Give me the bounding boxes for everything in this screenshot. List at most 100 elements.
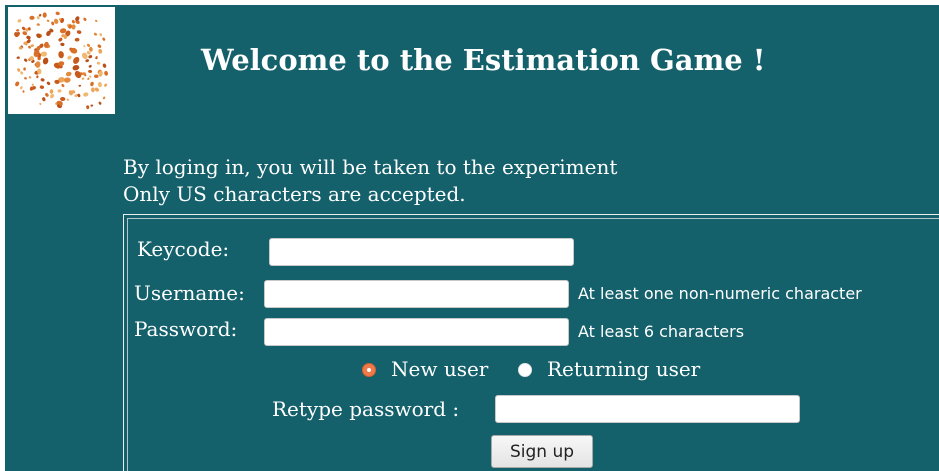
bean-icon (71, 19, 75, 24)
login-form: Keycode: Username: At least one non-nume… (123, 214, 939, 471)
returning-user-label: Returning user (547, 357, 701, 381)
bean-icon (60, 42, 65, 47)
bean-icon (93, 32, 98, 36)
bean-icon (94, 74, 99, 78)
bean-icon (16, 29, 20, 32)
bean-icon (71, 24, 76, 30)
bean-icon (24, 77, 27, 80)
bean-icon (90, 81, 94, 87)
bean-icon (55, 11, 60, 16)
retype-password-input[interactable] (495, 395, 800, 423)
bean-icon (88, 69, 93, 73)
password-hint: At least 6 characters (578, 322, 745, 341)
bean-icon (40, 51, 48, 57)
bean-icon (75, 16, 80, 22)
bean-icon (96, 61, 101, 65)
bean-icon (49, 89, 54, 94)
bean-icon (85, 59, 90, 63)
bean-icon (77, 93, 81, 98)
bean-icon (90, 104, 94, 107)
bean-icon (102, 96, 106, 100)
bean-icon (17, 19, 22, 23)
bean-icon (95, 19, 98, 22)
bean-icon (23, 67, 26, 71)
sign-up-button[interactable]: Sign up (491, 435, 593, 468)
bean-icon (45, 92, 49, 97)
keycode-label: Keycode: (137, 237, 230, 261)
new-user-label: New user (391, 357, 489, 381)
retype-password-label: Retype password : (272, 397, 460, 421)
bean-icon (102, 63, 107, 68)
bean-icon (76, 30, 82, 34)
bean-icon (65, 71, 72, 77)
bean-icon (74, 37, 80, 42)
bean-icon (40, 78, 45, 82)
bean-icon (26, 35, 31, 40)
bean-icon (42, 57, 49, 65)
bean-icon (94, 87, 100, 92)
bean-icon (89, 75, 92, 78)
new-user-radio[interactable] (362, 363, 376, 377)
username-input[interactable] (264, 280, 569, 308)
bean-icon (39, 85, 45, 89)
bean-icon (36, 23, 40, 26)
bean-icon (38, 13, 42, 17)
beans-pile-icon (8, 7, 115, 114)
bean-icon (98, 48, 103, 54)
intro-line-1: By loging in, you will be taken to the e… (123, 155, 618, 179)
password-input[interactable] (264, 318, 569, 346)
bean-icon (91, 87, 95, 93)
page: Welcome to the Estimation Game ! By logi… (5, 5, 939, 471)
bean-icon (66, 98, 69, 101)
bean-icon (83, 45, 86, 48)
bean-icon (29, 15, 35, 20)
bean-icon (16, 56, 20, 59)
bean-icon (61, 83, 65, 88)
bean-icon (24, 58, 28, 62)
bean-icon (36, 75, 39, 79)
bean-icon (35, 61, 41, 68)
bean-icon (28, 76, 32, 79)
username-hint: At least one non-numeric character (578, 284, 862, 303)
bean-icon (58, 51, 64, 59)
bean-icon (83, 17, 87, 21)
bean-icon (67, 55, 72, 60)
bean-icon (89, 46, 93, 52)
bean-icon (17, 68, 21, 72)
bean-icon (73, 56, 80, 64)
bean-icon (46, 19, 50, 22)
bean-icon (87, 77, 90, 80)
returning-user-radio[interactable] (518, 363, 532, 377)
bean-icon (97, 82, 102, 88)
bean-icon (50, 93, 55, 99)
bean-icon (95, 56, 98, 60)
bean-icon (72, 64, 80, 71)
bean-icon (19, 86, 23, 90)
bean-icon (31, 83, 34, 86)
bean-icon (86, 105, 90, 110)
bean-icon (15, 81, 20, 87)
bean-icon (57, 89, 62, 93)
bean-icon (39, 102, 42, 106)
bean-icon (78, 84, 82, 87)
bean-icon (20, 71, 24, 75)
keycode-input[interactable] (269, 238, 574, 266)
bean-icon (104, 70, 109, 76)
bean-icon (98, 101, 102, 105)
bean-icon (42, 12, 47, 18)
bean-icon (97, 44, 102, 48)
bean-icon (102, 37, 106, 41)
bean-icon (22, 90, 25, 93)
password-label: Password: (134, 317, 238, 341)
bean-icon (86, 43, 91, 47)
username-label: Username: (134, 281, 245, 305)
bean-icon (88, 55, 93, 59)
bean-icon (63, 77, 71, 83)
bean-icon (83, 92, 89, 97)
bean-icon (81, 77, 85, 80)
bean-icon (46, 81, 51, 85)
bean-icon (58, 37, 63, 42)
intro-line-2: Only US characters are accepted. (123, 182, 466, 206)
bean-icon (88, 64, 92, 68)
bean-icon (42, 97, 46, 102)
